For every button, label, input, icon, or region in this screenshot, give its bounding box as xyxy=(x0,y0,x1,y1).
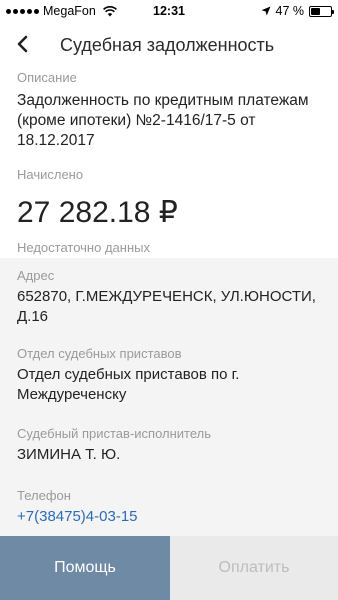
header: Судебная задолженность xyxy=(0,22,338,66)
accrued-label: Начислено xyxy=(17,167,84,182)
phone-link[interactable]: +7(38475)4-03-15 xyxy=(17,507,327,527)
address-value: 652870, Г.МЕЖДУРЕЧЕНСК, УЛ.ЮНОСТИ, Д.16 xyxy=(17,288,316,325)
phone-item: Телефон +7(38475)4-03-15 xyxy=(17,488,327,527)
status-right: 47 % xyxy=(261,4,334,18)
description-label: Описание xyxy=(17,70,77,85)
battery-percent: 47 % xyxy=(275,4,305,18)
address-item: Адрес 652870, Г.МЕЖДУРЕЧЕНСК, УЛ.ЮНОСТИ,… xyxy=(17,268,327,327)
address-label: Адрес xyxy=(17,268,55,283)
back-button[interactable] xyxy=(8,30,36,58)
details-section: Адрес 652870, Г.МЕЖДУРЕЧЕНСК, УЛ.ЮНОСТИ,… xyxy=(0,258,338,536)
department-label: Отдел судебных приставов xyxy=(17,346,182,361)
bailiff-label: Судебный пристав-исполнитель xyxy=(17,426,212,441)
help-button[interactable]: Помощь xyxy=(0,536,170,600)
battery-icon xyxy=(309,5,334,17)
bailiff-item: Судебный пристав-исполнитель ЗИМИНА Т. Ю… xyxy=(17,426,327,465)
battery-fill xyxy=(311,7,320,15)
status-bar: MegaFon 12:31 47 % xyxy=(0,0,338,22)
chevron-left-icon xyxy=(17,35,28,53)
department-value: Отдел судебных приставов по г. Междурече… xyxy=(17,366,240,403)
bottom-action-bar: Помощь Оплатить xyxy=(0,536,338,600)
location-arrow-icon xyxy=(261,6,270,16)
department-item: Отдел судебных приставов Отдел судебных … xyxy=(17,346,327,405)
page-title: Судебная задолженность xyxy=(60,35,275,55)
pay-button[interactable]: Оплатить xyxy=(170,536,338,600)
bailiff-value: ЗИМИНА Т. Ю. xyxy=(17,446,121,463)
insufficient-data-note: Недостаточно данных xyxy=(17,240,150,255)
description-value: Задолженность по кредитным платежам (кро… xyxy=(17,92,309,149)
accrued-amount: 27 282.18 ₽ xyxy=(17,196,178,229)
phone-label: Телефон xyxy=(17,488,71,503)
